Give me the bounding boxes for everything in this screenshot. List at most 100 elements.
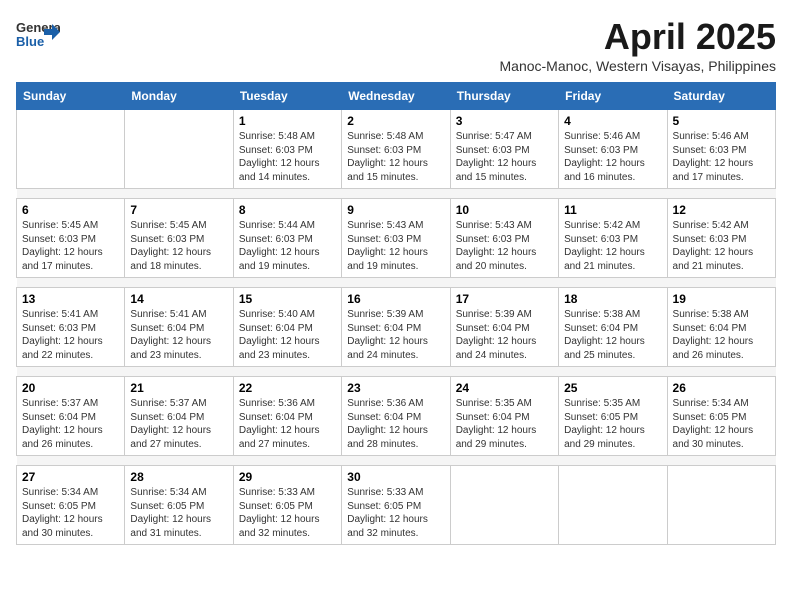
cell-info: Sunrise: 5:35 AMSunset: 6:04 PMDaylight:…	[456, 397, 553, 451]
week-separator	[17, 278, 776, 288]
cell-info: Sunrise: 5:41 AMSunset: 6:03 PMDaylight:…	[22, 308, 119, 362]
day-number: 19	[673, 292, 770, 306]
weekday-header-thursday: Thursday	[450, 83, 558, 110]
calendar-cell: 2 Sunrise: 5:48 AMSunset: 6:03 PMDaylight…	[342, 110, 450, 189]
logo-icon: General Blue	[16, 16, 60, 56]
week-row-3: 13 Sunrise: 5:41 AMSunset: 6:03 PMDayligh…	[17, 288, 776, 367]
calendar-cell: 30 Sunrise: 5:33 AMSunset: 6:05 PMDayligh…	[342, 466, 450, 545]
day-number: 3	[456, 114, 553, 128]
calendar-cell: 26 Sunrise: 5:34 AMSunset: 6:05 PMDayligh…	[667, 377, 775, 456]
cell-info: Sunrise: 5:48 AMSunset: 6:03 PMDaylight:…	[347, 130, 444, 184]
calendar-cell: 22Sunrise: 5:36 AMSunset: 6:04 PMDayligh…	[233, 377, 341, 456]
cell-info: Sunrise: 5:42 AMSunset: 6:03 PMDaylight:…	[564, 219, 661, 273]
calendar-cell: 14 Sunrise: 5:41 AMSunset: 6:04 PMDayligh…	[125, 288, 233, 367]
calendar-cell: 12 Sunrise: 5:42 AMSunset: 6:03 PMDayligh…	[667, 199, 775, 278]
calendar-header-row: SundayMondayTuesdayWednesdayThursdayFrid…	[17, 83, 776, 110]
day-number: 26	[673, 381, 770, 395]
calendar-cell: 6 Sunrise: 5:45 AMSunset: 6:03 PMDaylight…	[17, 199, 125, 278]
day-number: 23	[347, 381, 444, 395]
week-row-5: 27 Sunrise: 5:34 AMSunset: 6:05 PMDayligh…	[17, 466, 776, 545]
day-number: 4	[564, 114, 661, 128]
day-number: 17	[456, 292, 553, 306]
day-number: 29	[239, 470, 336, 484]
cell-info: Sunrise: 5:46 AMSunset: 6:03 PMDaylight:…	[564, 130, 661, 184]
day-number: 13	[22, 292, 119, 306]
calendar-cell	[667, 466, 775, 545]
weekday-header-wednesday: Wednesday	[342, 83, 450, 110]
calendar-cell	[17, 110, 125, 189]
cell-info: Sunrise: 5:33 AMSunset: 6:05 PMDaylight:…	[347, 486, 444, 540]
day-number: 9	[347, 203, 444, 217]
cell-info: Sunrise: 5:38 AMSunset: 6:04 PMDaylight:…	[673, 308, 770, 362]
cell-info: Sunrise: 5:47 AMSunset: 6:03 PMDaylight:…	[456, 130, 553, 184]
day-number: 27	[22, 470, 119, 484]
calendar-cell: 3 Sunrise: 5:47 AMSunset: 6:03 PMDaylight…	[450, 110, 558, 189]
weekday-header-saturday: Saturday	[667, 83, 775, 110]
cell-info: Sunrise: 5:46 AMSunset: 6:03 PMDaylight:…	[673, 130, 770, 184]
day-number: 2	[347, 114, 444, 128]
cell-info: Sunrise: 5:48 AMSunset: 6:03 PMDaylight:…	[239, 130, 336, 184]
cell-info: Sunrise: 5:40 AMSunset: 6:04 PMDaylight:…	[239, 308, 336, 362]
day-number: 12	[673, 203, 770, 217]
cell-info: Sunrise: 5:42 AMSunset: 6:03 PMDaylight:…	[673, 219, 770, 273]
day-number: 25	[564, 381, 661, 395]
weekday-header-monday: Monday	[125, 83, 233, 110]
day-number: 7	[130, 203, 227, 217]
day-number: 14	[130, 292, 227, 306]
calendar-cell: 27 Sunrise: 5:34 AMSunset: 6:05 PMDayligh…	[17, 466, 125, 545]
week-separator	[17, 189, 776, 199]
day-number: 24	[456, 381, 553, 395]
calendar-cell: 18 Sunrise: 5:38 AMSunset: 6:04 PMDayligh…	[559, 288, 667, 367]
week-separator	[17, 456, 776, 466]
cell-info: Sunrise: 5:41 AMSunset: 6:04 PMDaylight:…	[130, 308, 227, 362]
day-number: 10	[456, 203, 553, 217]
cell-info: Sunrise: 5:34 AMSunset: 6:05 PMDaylight:…	[673, 397, 770, 451]
calendar-cell: 19 Sunrise: 5:38 AMSunset: 6:04 PMDayligh…	[667, 288, 775, 367]
cell-info: Sunrise: 5:43 AMSunset: 6:03 PMDaylight:…	[347, 219, 444, 273]
day-number: 20	[22, 381, 119, 395]
day-number: 11	[564, 203, 661, 217]
calendar-cell: 1 Sunrise: 5:48 AMSunset: 6:03 PMDaylight…	[233, 110, 341, 189]
calendar-cell	[450, 466, 558, 545]
weekday-header-friday: Friday	[559, 83, 667, 110]
week-row-2: 6 Sunrise: 5:45 AMSunset: 6:03 PMDaylight…	[17, 199, 776, 278]
calendar-cell: 21 Sunrise: 5:37 AMSunset: 6:04 PMDayligh…	[125, 377, 233, 456]
calendar-cell: 10 Sunrise: 5:43 AMSunset: 6:03 PMDayligh…	[450, 199, 558, 278]
cell-info: Sunrise: 5:45 AMSunset: 6:03 PMDaylight:…	[22, 219, 119, 273]
day-number: 18	[564, 292, 661, 306]
cell-info: Sunrise: 5:44 AMSunset: 6:03 PMDaylight:…	[239, 219, 336, 273]
calendar-cell: 20 Sunrise: 5:37 AMSunset: 6:04 PMDayligh…	[17, 377, 125, 456]
weekday-header-sunday: Sunday	[17, 83, 125, 110]
calendar-cell: 4 Sunrise: 5:46 AMSunset: 6:03 PMDaylight…	[559, 110, 667, 189]
logo: General Blue	[16, 16, 60, 56]
cell-info: Sunrise: 5:36 AMSunset: 6:04 PMDaylight:…	[347, 397, 444, 451]
day-number: 8	[239, 203, 336, 217]
calendar-cell	[125, 110, 233, 189]
cell-info: Sunrise: 5:34 AMSunset: 6:05 PMDaylight:…	[22, 486, 119, 540]
calendar-cell: 24 Sunrise: 5:35 AMSunset: 6:04 PMDayligh…	[450, 377, 558, 456]
day-number: 16	[347, 292, 444, 306]
subtitle: Manoc-Manoc, Western Visayas, Philippine…	[500, 58, 777, 74]
calendar-cell: 7 Sunrise: 5:45 AMSunset: 6:03 PMDaylight…	[125, 199, 233, 278]
weekday-header-tuesday: Tuesday	[233, 83, 341, 110]
cell-info: Sunrise: 5:43 AMSunset: 6:03 PMDaylight:…	[456, 219, 553, 273]
cell-info: Sunrise: 5:37 AMSunset: 6:04 PMDaylight:…	[22, 397, 119, 451]
calendar-cell: 5 Sunrise: 5:46 AMSunset: 6:03 PMDaylight…	[667, 110, 775, 189]
calendar-cell: 9 Sunrise: 5:43 AMSunset: 6:03 PMDaylight…	[342, 199, 450, 278]
cell-info: Sunrise: 5:37 AMSunset: 6:04 PMDaylight:…	[130, 397, 227, 451]
calendar-cell: 28Sunrise: 5:34 AMSunset: 6:05 PMDayligh…	[125, 466, 233, 545]
day-number: 28	[130, 470, 227, 484]
main-title: April 2025	[500, 16, 777, 58]
day-number: 6	[22, 203, 119, 217]
day-number: 5	[673, 114, 770, 128]
calendar-cell: 17Sunrise: 5:39 AMSunset: 6:04 PMDayligh…	[450, 288, 558, 367]
calendar-cell: 15Sunrise: 5:40 AMSunset: 6:04 PMDayligh…	[233, 288, 341, 367]
week-row-1: 1 Sunrise: 5:48 AMSunset: 6:03 PMDaylight…	[17, 110, 776, 189]
cell-info: Sunrise: 5:38 AMSunset: 6:04 PMDaylight:…	[564, 308, 661, 362]
calendar-cell: 29Sunrise: 5:33 AMSunset: 6:05 PMDayligh…	[233, 466, 341, 545]
day-number: 30	[347, 470, 444, 484]
calendar-cell: 23 Sunrise: 5:36 AMSunset: 6:04 PMDayligh…	[342, 377, 450, 456]
day-number: 21	[130, 381, 227, 395]
cell-info: Sunrise: 5:45 AMSunset: 6:03 PMDaylight:…	[130, 219, 227, 273]
day-number: 1	[239, 114, 336, 128]
